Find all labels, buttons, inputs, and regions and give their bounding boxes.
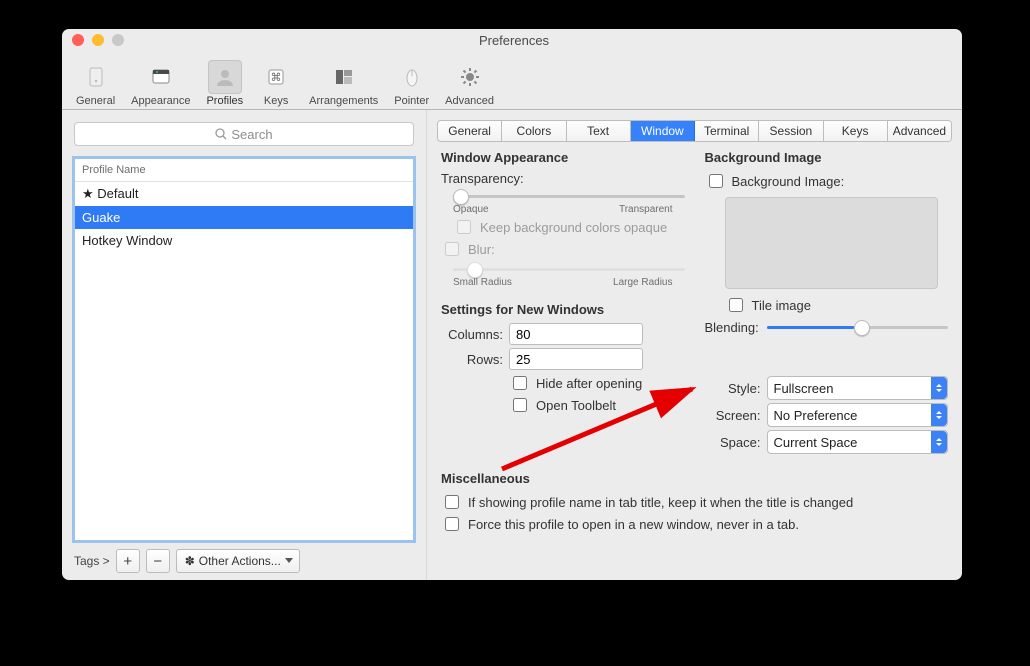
profile-row[interactable]: Hotkey Window: [75, 229, 413, 252]
tab-general[interactable]: General: [438, 121, 502, 141]
tab-session[interactable]: Session: [759, 121, 823, 141]
sidebar-bottom-bar: Tags > + − ✽ Other Actions...: [74, 541, 414, 580]
preferences-window: Preferences General Appearance Profiles …: [62, 29, 962, 580]
profile-list-header: Profile Name: [75, 159, 413, 182]
toolbar-keys[interactable]: ⌘ Keys: [251, 60, 301, 107]
style-select-row: Style: Fullscreen: [705, 376, 949, 400]
profile-list[interactable]: Profile Name ★ Default Guake Hotkey Wind…: [74, 158, 414, 541]
window-close-button[interactable]: [72, 34, 84, 46]
toolbar-pointer[interactable]: Pointer: [386, 60, 437, 107]
columns-field: Columns:: [441, 323, 685, 345]
window-minimize-button[interactable]: [92, 34, 104, 46]
chevron-updown-icon: [931, 404, 947, 426]
tags-button[interactable]: Tags >: [74, 554, 110, 568]
tab-text[interactable]: Text: [567, 121, 631, 141]
section-settings-new-windows: Settings for New Windows: [441, 302, 685, 317]
gear-icon: ✽: [185, 554, 195, 568]
toolbar-arrangements[interactable]: Arrangements: [301, 60, 386, 107]
screen-select-row: Screen: No Preference: [705, 403, 949, 427]
profile-row[interactable]: Guake: [75, 206, 413, 229]
remove-profile-button[interactable]: −: [146, 549, 170, 573]
search-input[interactable]: Search: [74, 122, 414, 146]
tab-keys[interactable]: Keys: [824, 121, 888, 141]
blending-slider[interactable]: [767, 319, 948, 335]
space-select-row: Space: Current Space: [705, 430, 949, 454]
background-image-well[interactable]: [725, 197, 939, 289]
toolbar-profiles-label: Profiles: [206, 95, 243, 107]
search-icon: [215, 128, 227, 140]
toolbar: General Appearance Profiles ⌘ Keys Arran…: [62, 51, 962, 110]
titlebar: Preferences: [62, 29, 962, 51]
keep-bg-opaque-checkbox: Keep background colors opaque: [453, 217, 685, 237]
force-new-window-checkbox[interactable]: Force this profile to open in a new wind…: [441, 514, 948, 534]
section-background-image: Background Image: [705, 150, 949, 165]
toolbar-general-label: General: [76, 95, 115, 107]
toolbar-appearance[interactable]: Appearance: [123, 60, 198, 107]
columns-input[interactable]: [509, 323, 643, 345]
toolbar-advanced[interactable]: Advanced: [437, 60, 502, 107]
tile-image-checkbox[interactable]: Tile image: [725, 295, 949, 315]
transparency-slider[interactable]: [453, 188, 685, 204]
tab-colors[interactable]: Colors: [502, 121, 566, 141]
hide-after-opening-checkbox[interactable]: Hide after opening: [509, 373, 685, 393]
chevron-updown-icon: [931, 377, 947, 399]
window-title: Preferences: [124, 33, 904, 48]
toolbar-profiles[interactable]: Profiles: [198, 60, 251, 107]
toolbar-general[interactable]: General: [68, 60, 123, 107]
traffic-lights: [72, 34, 124, 46]
style-select[interactable]: Fullscreen: [767, 376, 949, 400]
keep-profile-name-checkbox[interactable]: If showing profile name in tab title, ke…: [441, 492, 948, 512]
tab-terminal[interactable]: Terminal: [695, 121, 759, 141]
space-select[interactable]: Current Space: [767, 430, 949, 454]
other-actions-menu[interactable]: ✽ Other Actions...: [176, 549, 300, 573]
blending-label: Blending:: [705, 320, 759, 335]
screen-select[interactable]: No Preference: [767, 403, 949, 427]
rows-field: Rows:: [441, 348, 685, 370]
rows-input[interactable]: [509, 348, 643, 370]
sidebar: Search Profile Name ★ Default Guake Hotk…: [62, 110, 427, 580]
background-image-checkbox[interactable]: Background Image:: [705, 171, 949, 191]
open-toolbelt-checkbox[interactable]: Open Toolbelt: [509, 395, 685, 415]
window-zoom-button[interactable]: [112, 34, 124, 46]
profile-row[interactable]: ★ Default: [75, 182, 413, 206]
chevron-updown-icon: [931, 431, 947, 453]
blur-slider: [453, 261, 685, 277]
toolbar-keys-label: Keys: [264, 95, 288, 107]
tab-advanced[interactable]: Advanced: [888, 121, 951, 141]
toolbar-appearance-label: Appearance: [131, 95, 190, 107]
search-placeholder: Search: [231, 127, 272, 142]
toolbar-advanced-label: Advanced: [445, 95, 494, 107]
main-panel: General Colors Text Window Terminal Sess…: [427, 110, 962, 580]
profile-tabs: General Colors Text Window Terminal Sess…: [437, 120, 952, 142]
transparency-label: Transparency:: [441, 171, 685, 186]
section-window-appearance: Window Appearance: [441, 150, 685, 165]
toolbar-pointer-label: Pointer: [394, 95, 429, 107]
add-profile-button[interactable]: +: [116, 549, 140, 573]
svg-text:⌘: ⌘: [271, 72, 282, 84]
section-miscellaneous: Miscellaneous: [441, 471, 948, 486]
blur-checkbox: Blur:: [441, 239, 685, 259]
tab-window[interactable]: Window: [631, 121, 695, 141]
toolbar-arrangements-label: Arrangements: [309, 95, 378, 107]
